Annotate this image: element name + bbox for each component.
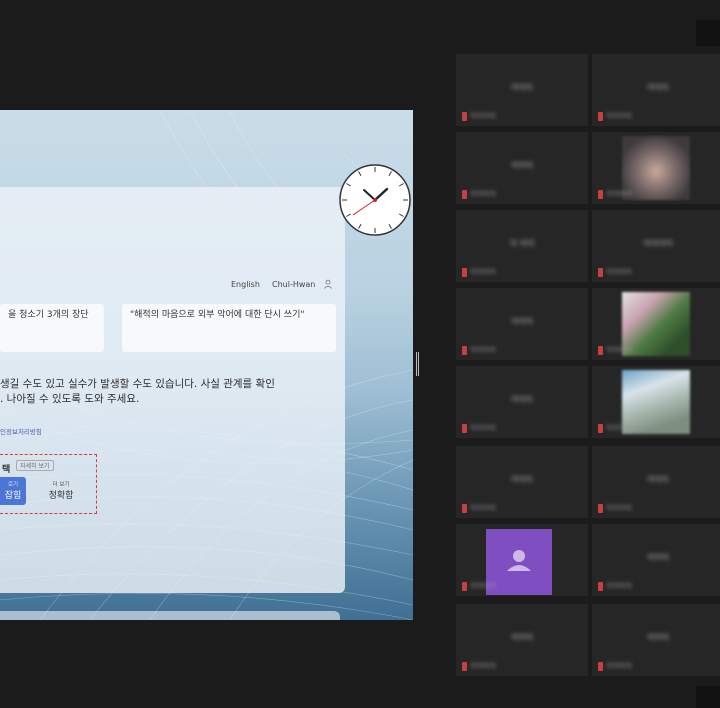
mic-muted-icon <box>462 346 467 355</box>
participant-tile[interactable]: 이이이 이이이이 <box>456 288 588 360</box>
participant-label: 이이이이 <box>470 268 496 276</box>
participant-tile[interactable]: 이이이이 <box>592 288 720 360</box>
toolbar-button[interactable] <box>696 20 720 46</box>
participant-label: 이이이이 <box>470 582 496 590</box>
mic-muted-icon <box>462 582 467 591</box>
participant-photo <box>622 292 690 356</box>
participant-tile[interactable]: 이이이이 <box>592 132 720 204</box>
participant-label: 이이이이 <box>606 268 632 276</box>
participant-tile[interactable]: 이이이이 <box>456 524 588 596</box>
resize-handle[interactable] <box>416 352 419 376</box>
participant-name: 이이이 <box>510 633 534 642</box>
participant-label: 이이이이 <box>470 346 496 354</box>
participant-tile[interactable]: 이이이 이이이이 <box>456 366 588 438</box>
participant-tile[interactable]: 이이이 이이이이 <box>456 604 588 676</box>
participant-tile[interactable]: 이이이이 이이이이 <box>592 210 720 282</box>
style-option-label: 정확함 <box>48 491 74 501</box>
user-name[interactable]: Chul-Hwan <box>272 280 315 289</box>
participant-label: 이이이이 <box>606 190 632 198</box>
participant-tile[interactable]: 이이이 이이이이 <box>456 54 588 126</box>
participant-tile[interactable]: 이이이 이이이이 <box>456 446 588 518</box>
participant-name: 이이이 <box>510 83 534 92</box>
participant-name: 이 이이 <box>509 239 535 248</box>
participant-photo <box>622 136 690 200</box>
mic-muted-icon <box>598 346 603 355</box>
participant-name: 이이이 <box>646 633 670 642</box>
suggestion-text: "해적의 마음으로 외부 악어에 대한 단시 쓰기" <box>130 310 305 320</box>
user-icon[interactable] <box>323 279 333 289</box>
participant-tile[interactable]: 이이이 이이이이 <box>456 132 588 204</box>
participant-label: 이이이이 <box>470 190 496 198</box>
participant-photo <box>622 370 690 434</box>
style-option[interactable]: 더 보기 정확함 <box>32 477 90 505</box>
participant-label: 이이이이 <box>606 504 632 512</box>
participant-label: 이이이이 <box>606 346 632 354</box>
participant-name: 이이이 <box>510 317 534 326</box>
participant-tile[interactable]: 이이이 이이이이 <box>592 446 720 518</box>
suggestion-card[interactable]: 을 청소기 3개의 장단 <box>0 304 104 352</box>
privacy-link[interactable]: 인정보처리방침 <box>0 426 42 436</box>
participant-label: 이이이이 <box>606 582 632 590</box>
suggestion-text: 을 청소기 3개의 장단 <box>8 310 89 320</box>
participant-label: 이이이이 <box>470 112 496 120</box>
toolbar-button[interactable] <box>696 686 720 708</box>
mic-muted-icon <box>462 504 467 513</box>
participant-name: 이이이 <box>646 83 670 92</box>
language-link[interactable]: English <box>231 280 260 289</box>
participant-name: 이이이 <box>646 553 670 562</box>
chat-panel: English Chul-Hwan 을 청소기 3개의 장단 "해적의 마음으로… <box>0 187 345 620</box>
mic-muted-icon <box>462 662 467 671</box>
participant-tile[interactable]: 이이이 이이이이 <box>592 604 720 676</box>
style-more-button[interactable]: 자세히 보기 <box>16 460 54 471</box>
participant-name: 이이이 <box>510 395 534 404</box>
disclaimer-line: 생길 수도 있고 실수가 발생할 수도 있습니다. 사실 관계를 확인 <box>0 378 275 390</box>
mic-muted-icon <box>598 190 603 199</box>
participant-label: 이이이이 <box>606 424 632 432</box>
mic-muted-icon <box>598 504 603 513</box>
style-option-selected[interactable]: 로기 잡힘 <box>0 477 26 505</box>
participant-label: 이이이이 <box>470 424 496 432</box>
participant-name: 이이이이 <box>643 239 673 248</box>
participant-label: 이이이이 <box>606 662 632 670</box>
style-option-caption: 더 보기 <box>52 482 70 488</box>
participant-name: 이이이 <box>510 161 534 170</box>
mic-muted-icon <box>598 662 603 671</box>
disclaimer-line: . 나아질 수 있도록 도와 주세요. <box>0 393 140 405</box>
participant-label: 이이이이 <box>470 662 496 670</box>
mic-muted-icon <box>598 112 603 121</box>
participant-tile[interactable]: 이이이 이이이이 <box>592 524 720 596</box>
style-option-label: 잡힘 <box>4 491 22 501</box>
mic-muted-icon <box>598 268 603 277</box>
clock-widget <box>339 164 411 236</box>
style-title: 택 <box>2 465 11 475</box>
participant-label: 이이이이 <box>470 504 496 512</box>
mic-muted-icon <box>598 424 603 433</box>
participant-tile[interactable]: 이 이이 이이이이 <box>456 210 588 282</box>
participant-name: 이이이 <box>646 475 670 484</box>
conversation-style-selector: 택 자세히 보기 로기 잡힘 더 보기 정확함 <box>0 454 97 514</box>
chat-input[interactable] <box>0 611 340 620</box>
suggestion-card[interactable]: "해적의 마음으로 외부 악어에 대한 단시 쓰기" <box>122 304 336 352</box>
participant-label: 이이이이 <box>606 112 632 120</box>
mic-muted-icon <box>462 112 467 121</box>
mic-muted-icon <box>462 424 467 433</box>
mic-muted-icon <box>598 582 603 591</box>
mic-muted-icon <box>462 190 467 199</box>
disclaimer-text: 생길 수도 있고 실수가 발생할 수도 있습니다. 사실 관계를 확인 . 나아… <box>0 377 340 407</box>
participant-name: 이이이 <box>510 475 534 484</box>
mic-muted-icon <box>462 268 467 277</box>
participant-tile[interactable]: 이이이 이이이이 <box>592 54 720 126</box>
style-option-caption: 로기 <box>7 482 19 488</box>
participant-tile[interactable]: 이이이이 <box>592 366 720 438</box>
